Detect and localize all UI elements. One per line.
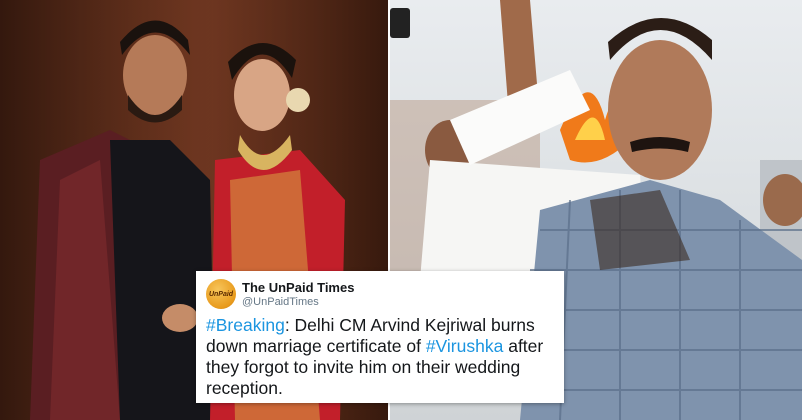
avatar-logo-text: UnPaid <box>208 290 234 298</box>
tweet-card: UnPaid The UnPaid Times @UnPaidTimes #Br… <box>196 271 564 403</box>
tweet-text: #Breaking: Delhi CM Arvind Kejriwal burn… <box>206 315 560 399</box>
hashtag-breaking[interactable]: #Breaking <box>206 315 285 335</box>
account-handle: @UnPaidTimes <box>242 296 319 308</box>
hashtag-virushka[interactable]: #Virushka <box>426 336 504 356</box>
account-avatar: UnPaid <box>206 279 236 309</box>
account-name: The UnPaid Times <box>242 280 355 295</box>
